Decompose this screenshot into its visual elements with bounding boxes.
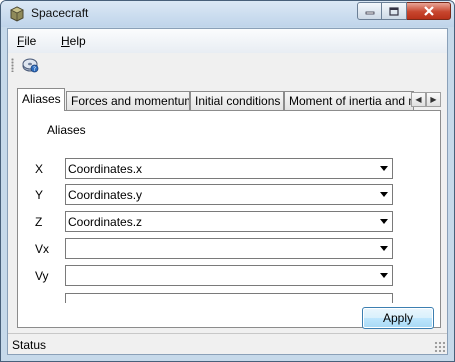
combo-vx[interactable]: [65, 238, 393, 259]
row-label-y: Y: [35, 188, 44, 202]
arrow-right-icon: ▶: [430, 95, 437, 104]
row-label-vx: Vx: [35, 242, 50, 256]
chevron-down-icon: [380, 192, 388, 197]
tab-scroll-left-button[interactable]: ◀: [411, 92, 426, 107]
maximize-button[interactable]: [382, 2, 407, 20]
svg-text:?: ?: [33, 66, 36, 73]
row-label-z: Z: [35, 215, 43, 229]
tab-aliases[interactable]: Aliases: [17, 88, 65, 111]
aliases-panel: Aliases X Coordinates.x Y Coordinates.y …: [17, 110, 441, 328]
close-button[interactable]: [407, 2, 451, 20]
apply-button[interactable]: Apply: [362, 307, 434, 329]
menu-file[interactable]: File: [17, 34, 36, 48]
caption-buttons: [357, 2, 451, 21]
arrow-left-icon: ◀: [415, 95, 422, 104]
client-area: File Help ? Aliases Forces and momentums…: [7, 28, 448, 355]
status-bar: Status: [8, 333, 447, 354]
chevron-down-icon: [380, 166, 388, 171]
combo-z[interactable]: Coordinates.z: [65, 211, 393, 232]
title-bar[interactable]: Spacecraft: [1, 1, 454, 27]
combo-x-value: Coordinates.x: [68, 162, 143, 176]
minimize-icon: [365, 11, 374, 15]
tab-moment-of-inertia[interactable]: Moment of inertia and mass: [284, 91, 414, 110]
apply-button-label: Apply: [382, 311, 414, 325]
combo-y[interactable]: Coordinates.y: [65, 184, 393, 205]
chevron-down-icon: [380, 273, 388, 278]
tab-initial-conditions[interactable]: Initial conditions: [190, 91, 284, 110]
tab-forces-label: Forces and momentums: [71, 94, 190, 108]
tab-moment-label: Moment of inertia and mass: [289, 94, 413, 108]
menu-help-mnemonic: H: [61, 34, 70, 48]
maximize-icon: [389, 6, 399, 16]
window-title: Spacecraft: [31, 6, 89, 20]
chevron-down-icon: [380, 219, 388, 224]
close-icon: [423, 6, 434, 16]
tab-forces-and-momentums[interactable]: Forces and momentums: [66, 91, 190, 110]
minimize-button[interactable]: [357, 2, 382, 20]
row-label-vy: Vy: [35, 269, 49, 283]
combo-vy[interactable]: [65, 265, 393, 286]
menu-help-label: elp: [69, 34, 86, 48]
combo-x[interactable]: Coordinates.x: [65, 158, 393, 179]
tab-initial-label: Initial conditions: [195, 94, 281, 108]
tab-strip: Aliases Forces and momentums Initial con…: [17, 88, 441, 111]
toolbar-grip[interactable]: [11, 58, 14, 72]
row-label-x: X: [35, 162, 44, 176]
box-cube-icon: [10, 6, 24, 22]
toolbar: ?: [8, 53, 447, 77]
combo-z-value: Coordinates.z: [68, 215, 143, 229]
group-label: Aliases: [47, 123, 86, 137]
tab-scroll-right-button[interactable]: ▶: [426, 92, 441, 107]
combo-partial[interactable]: [65, 293, 393, 303]
menu-help[interactable]: Help: [61, 34, 86, 48]
app-window: Spacecraft File Help ? Aliases Forces an…: [0, 0, 455, 362]
chevron-down-icon: [380, 246, 388, 251]
resize-grip[interactable]: [434, 341, 445, 352]
disk-help-icon[interactable]: ?: [21, 56, 39, 74]
menu-bar: File Help: [8, 29, 447, 53]
status-text: Status: [12, 338, 47, 352]
combo-y-value: Coordinates.y: [68, 188, 143, 202]
tab-aliases-label: Aliases: [22, 92, 61, 106]
menu-file-label: ile: [24, 34, 37, 48]
